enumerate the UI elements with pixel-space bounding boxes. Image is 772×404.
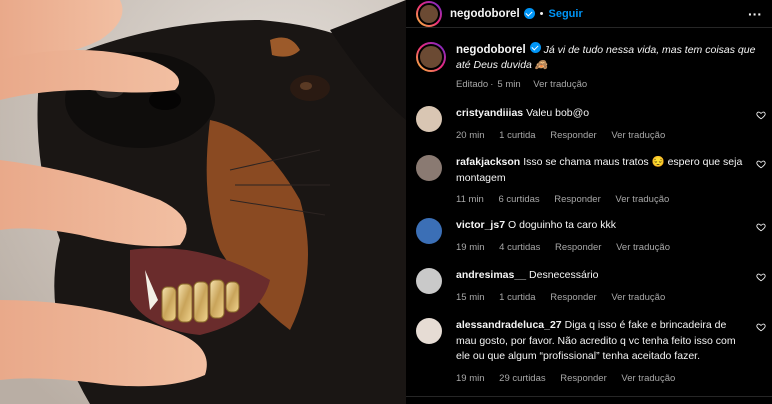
commenter-avatar[interactable] — [416, 155, 442, 181]
comment-likes[interactable]: 29 curtidas — [499, 373, 545, 384]
comment-item: alessandradeluca_27 Diga q isso é fake e … — [416, 318, 766, 386]
comment-text: O doguinho ta caro kkk — [508, 219, 617, 231]
heart-icon[interactable] — [756, 222, 766, 232]
commenter-avatar[interactable] — [416, 106, 442, 132]
comment-time: 19 min — [456, 241, 485, 253]
caption-time: 5 min — [497, 79, 521, 90]
comment-item: andresimas__ Desnecessário 15 min 1 curti… — [416, 268, 766, 305]
comment-likes[interactable]: 1 curtida — [499, 292, 535, 303]
translate-link[interactable]: Ver tradução — [615, 194, 669, 205]
reply-button[interactable]: Responder — [555, 242, 601, 253]
caption-avatar[interactable] — [416, 42, 446, 72]
comment-time: 20 min — [456, 129, 485, 141]
comment-username[interactable]: victor_js7 — [456, 219, 505, 231]
footer-divider — [406, 396, 772, 397]
verified-badge-icon — [523, 8, 535, 19]
reply-button[interactable]: Responder — [554, 194, 600, 205]
heart-icon[interactable] — [756, 159, 766, 169]
comment-meta: 19 min 29 curtidas Responder Ver traduçã… — [456, 371, 746, 387]
comment-meta: 15 min 1 curtida Responder Ver tradução — [456, 290, 746, 306]
post-caption: negodoborel Já vi de tudo nessa vida, ma… — [406, 28, 772, 92]
comment-meta: 20 min 1 curtida Responder Ver tradução — [456, 128, 746, 144]
post-photo — [0, 0, 406, 404]
doberman-photo — [0, 0, 406, 404]
comment-likes[interactable]: 4 curtidas — [499, 242, 540, 253]
translate-link[interactable]: Ver tradução — [616, 242, 670, 253]
author-username[interactable]: negodoborel — [450, 8, 520, 20]
translate-link[interactable]: Ver tradução — [621, 373, 675, 384]
comment-meta: 19 min 4 curtidas Responder Ver tradução — [456, 240, 746, 256]
heart-icon[interactable] — [756, 272, 766, 282]
comment-item: victor_js7 O doguinho ta caro kkk 19 min … — [416, 218, 766, 255]
comment-username[interactable]: alessandradeluca_27 — [456, 319, 562, 331]
comment-likes[interactable]: 1 curtida — [499, 130, 535, 141]
heart-icon[interactable] — [756, 322, 766, 332]
comment-username[interactable]: rafakjackson — [456, 156, 520, 168]
comment-username[interactable]: cristyandiiias — [456, 107, 523, 119]
reply-button[interactable]: Responder — [560, 373, 606, 384]
caption-meta: Editado · 5 min Ver tradução — [456, 79, 588, 90]
reply-button[interactable]: Responder — [550, 130, 596, 141]
comment-text: Valeu bob@o — [526, 107, 590, 119]
commenter-avatar[interactable] — [416, 268, 442, 294]
heart-icon[interactable] — [756, 110, 766, 120]
caption-username[interactable]: negodoborel — [456, 44, 526, 56]
translate-link[interactable]: Ver tradução — [611, 292, 665, 303]
comment-likes[interactable]: 6 curtidas — [498, 194, 539, 205]
separator-dot: • — [539, 7, 544, 20]
more-options-icon[interactable]: ··· — [748, 6, 762, 22]
comments-panel: negodoborel • Seguir ··· negodoborel Já … — [406, 0, 772, 404]
post-header: negodoborel • Seguir ··· — [406, 0, 772, 28]
comment-meta: 11 min 6 curtidas Responder Ver tradução — [456, 192, 746, 208]
follow-button[interactable]: Seguir — [549, 8, 583, 20]
comment-username[interactable]: andresimas__ — [456, 269, 526, 281]
comment-text: Desnecessário — [529, 269, 599, 281]
commenter-avatar[interactable] — [416, 318, 442, 344]
author-avatar[interactable] — [416, 0, 442, 27]
comment-item: rafakjackson Isso se chama maus tratos 😔 … — [416, 155, 766, 208]
comment-time: 11 min — [456, 194, 484, 205]
comment-time: 19 min — [456, 372, 485, 384]
caption-translate-link[interactable]: Ver tradução — [533, 79, 587, 90]
verified-badge-icon — [529, 42, 541, 53]
comment-item: cristyandiiias Valeu bob@o 20 min 1 curti… — [416, 106, 766, 143]
reply-button[interactable]: Responder — [550, 292, 596, 303]
comment-time: 15 min — [456, 291, 485, 303]
translate-link[interactable]: Ver tradução — [611, 130, 665, 141]
commenter-avatar[interactable] — [416, 218, 442, 244]
caption-edited: Editado — [456, 79, 489, 90]
